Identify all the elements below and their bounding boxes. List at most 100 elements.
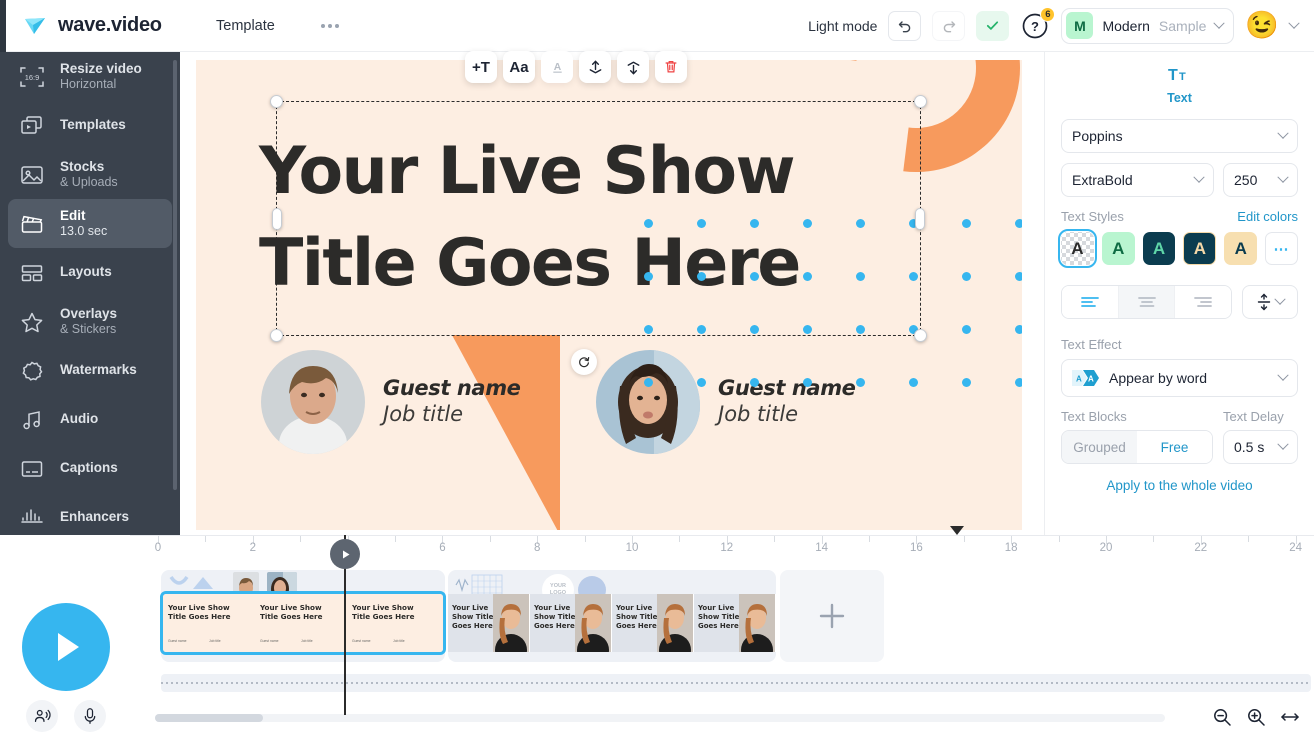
audio-waveform — [161, 682, 1311, 684]
send-backward-button[interactable] — [617, 51, 649, 83]
sidebar-item-captions[interactable]: Captions — [8, 444, 172, 493]
delete-button[interactable] — [655, 51, 687, 83]
template-menu[interactable]: Template — [216, 18, 275, 34]
playhead[interactable] — [330, 535, 360, 715]
snap-dot — [909, 378, 918, 387]
sidebar-label: Enhancers — [60, 509, 130, 525]
play-button[interactable] — [22, 603, 110, 691]
logo-area[interactable]: wave.video — [0, 13, 180, 39]
font-case-button[interactable]: Aa — [503, 51, 535, 83]
sidebar-item-watermarks[interactable]: Watermarks — [8, 346, 172, 395]
fit-width-icon[interactable] — [1280, 708, 1300, 726]
video-stage[interactable]: Your Live Show Title Goes Here Guest nam… — [196, 60, 1022, 530]
guest-block-1[interactable]: Guest name Job title — [261, 350, 521, 454]
text-blocks-grouped-button[interactable]: Grouped — [1062, 431, 1137, 463]
clip-2-frame-strip[interactable]: Your Live Show Title Goes Here Your Live Sh… — [448, 594, 776, 652]
record-presenter-icon[interactable] — [26, 700, 58, 732]
stage-title-text[interactable]: Your Live Show Title Goes Here — [259, 126, 919, 311]
text-effect-select[interactable]: A A Appear by word — [1061, 359, 1298, 397]
align-right-icon[interactable] — [1175, 286, 1231, 318]
timeline-ruler[interactable]: 024681012141618202224 — [130, 536, 1314, 564]
font-weight-select[interactable]: ExtraBold — [1061, 163, 1214, 197]
rotate-handle-icon[interactable] — [571, 349, 597, 375]
project-selector[interactable]: M Modern Sample — [1061, 7, 1235, 44]
playhead-play-icon[interactable] — [330, 539, 360, 569]
font-size-select[interactable]: 250 — [1223, 163, 1298, 197]
sidebar-item-overlays-stickers[interactable]: Overlays & Stickers — [8, 297, 172, 346]
player-controls — [0, 535, 130, 740]
text-blocks-segmented: Grouped Free — [1061, 430, 1213, 464]
light-mode-label[interactable]: Light mode — [808, 18, 877, 34]
chevron-down-icon — [1193, 171, 1205, 183]
chevron-down-icon — [1277, 127, 1289, 139]
sidebar-label: Stocks — [60, 158, 105, 174]
undo-icon[interactable] — [888, 10, 922, 41]
guest-block-2[interactable]: Guest name Job title — [596, 350, 856, 454]
scrollbar-thumb[interactable] — [155, 714, 263, 722]
apply-to-whole-video-link[interactable]: Apply to the whole video — [1061, 478, 1298, 493]
sidebar-item-stocks-uploads[interactable]: Stocks & Uploads — [8, 150, 172, 199]
add-clip-button[interactable] — [780, 570, 884, 662]
underline-text-button[interactable]: A — [541, 51, 573, 83]
font-family-select[interactable]: Poppins — [1061, 119, 1298, 153]
style-sand[interactable]: A — [1224, 232, 1258, 265]
blocks-delay-controls: Grouped Free 0.5 s — [1061, 430, 1298, 464]
sidebar-item-enhancers[interactable]: Enhancers — [8, 493, 172, 535]
guest-job-1: Job title — [383, 402, 464, 426]
style-navy-outline[interactable]: A — [1183, 232, 1217, 265]
svg-text:A: A — [553, 62, 561, 73]
resize-handle-top-left[interactable] — [270, 95, 283, 108]
account-chevron-down-icon[interactable] — [1288, 17, 1300, 29]
style-mint[interactable]: A — [1101, 232, 1135, 265]
style-more-button[interactable]: ⋯ — [1265, 232, 1298, 265]
style-navy[interactable]: A — [1142, 232, 1176, 265]
snap-dot — [962, 272, 971, 281]
text-effect-value: Appear by word — [1109, 370, 1208, 386]
clip-1-frame: Your Live Show Title Goes Here Guest name… — [347, 594, 443, 652]
ruler-tick-minor — [300, 536, 302, 542]
timeline-clip-1[interactable]: Your Live Show Title Goes Here Guest name… — [160, 570, 446, 662]
add-text-button[interactable]: +T — [465, 51, 497, 83]
ruler-tick-minor — [869, 536, 870, 542]
zoom-out-icon[interactable] — [1212, 707, 1232, 727]
resize-handle-bottom-left[interactable] — [270, 329, 283, 342]
timeline-horizontal-scrollbar[interactable] — [155, 714, 1165, 722]
waveform-icon — [17, 503, 47, 533]
sidebar-item-edit[interactable]: Edit 13.0 sec — [8, 199, 172, 248]
ruler-label: 18 — [1004, 542, 1018, 554]
audio-track[interactable] — [161, 674, 1311, 692]
timeline-clip-2[interactable]: YOUR LOGO Your Live Show Title Goes Here Yo… — [448, 570, 776, 662]
edit-colors-link[interactable]: Edit colors — [1237, 209, 1298, 224]
floating-text-toolbar: +T Aa A — [465, 51, 687, 83]
font-family-value: Poppins — [1072, 128, 1123, 144]
align-left-icon[interactable] — [1062, 286, 1119, 318]
bring-forward-button[interactable] — [579, 51, 611, 83]
wave-video-editor: wave.video Template Light mode ? 6 M Mod… — [0, 0, 1314, 740]
microphone-icon[interactable] — [74, 700, 106, 732]
text-delay-select[interactable]: 0.5 s — [1223, 430, 1298, 464]
check-icon[interactable] — [976, 10, 1010, 41]
align-center-icon[interactable] — [1118, 286, 1176, 318]
snap-dot — [1015, 272, 1022, 281]
ruler-tick-minor — [1058, 536, 1060, 542]
ruler-label: 8 — [533, 542, 541, 554]
text-blocks-free-button[interactable]: Free — [1137, 431, 1212, 463]
ruler-label: 0 — [154, 542, 162, 554]
zoom-in-icon[interactable] — [1246, 707, 1266, 727]
style-transparent[interactable]: A — [1058, 229, 1097, 268]
guest-photo-2 — [596, 350, 700, 454]
sidebar-item-audio[interactable]: Audio — [8, 395, 172, 444]
redo-icon[interactable] — [932, 10, 966, 41]
avatar[interactable]: 😉 — [1245, 12, 1279, 39]
sidebar-sublabel: & Uploads — [60, 175, 118, 190]
text-blocks-label: Text Blocks — [1061, 409, 1127, 424]
more-horizontal-icon[interactable] — [317, 15, 343, 37]
sidebar-item-layouts[interactable]: Layouts — [8, 248, 172, 297]
resize-handle-bottom-right[interactable] — [914, 329, 927, 342]
clip-1-frame-strip[interactable]: Your Live Show Title Goes Here Guest name… — [160, 591, 446, 655]
sidebar-scrollbar[interactable] — [173, 60, 177, 490]
sidebar-item-resize-video[interactable]: 16:9 Resize video Horizontal — [8, 52, 172, 101]
sidebar-item-templates[interactable]: Templates — [8, 101, 172, 150]
question-mark-icon[interactable]: ? 6 — [1020, 6, 1056, 41]
line-height-select[interactable] — [1242, 285, 1298, 319]
